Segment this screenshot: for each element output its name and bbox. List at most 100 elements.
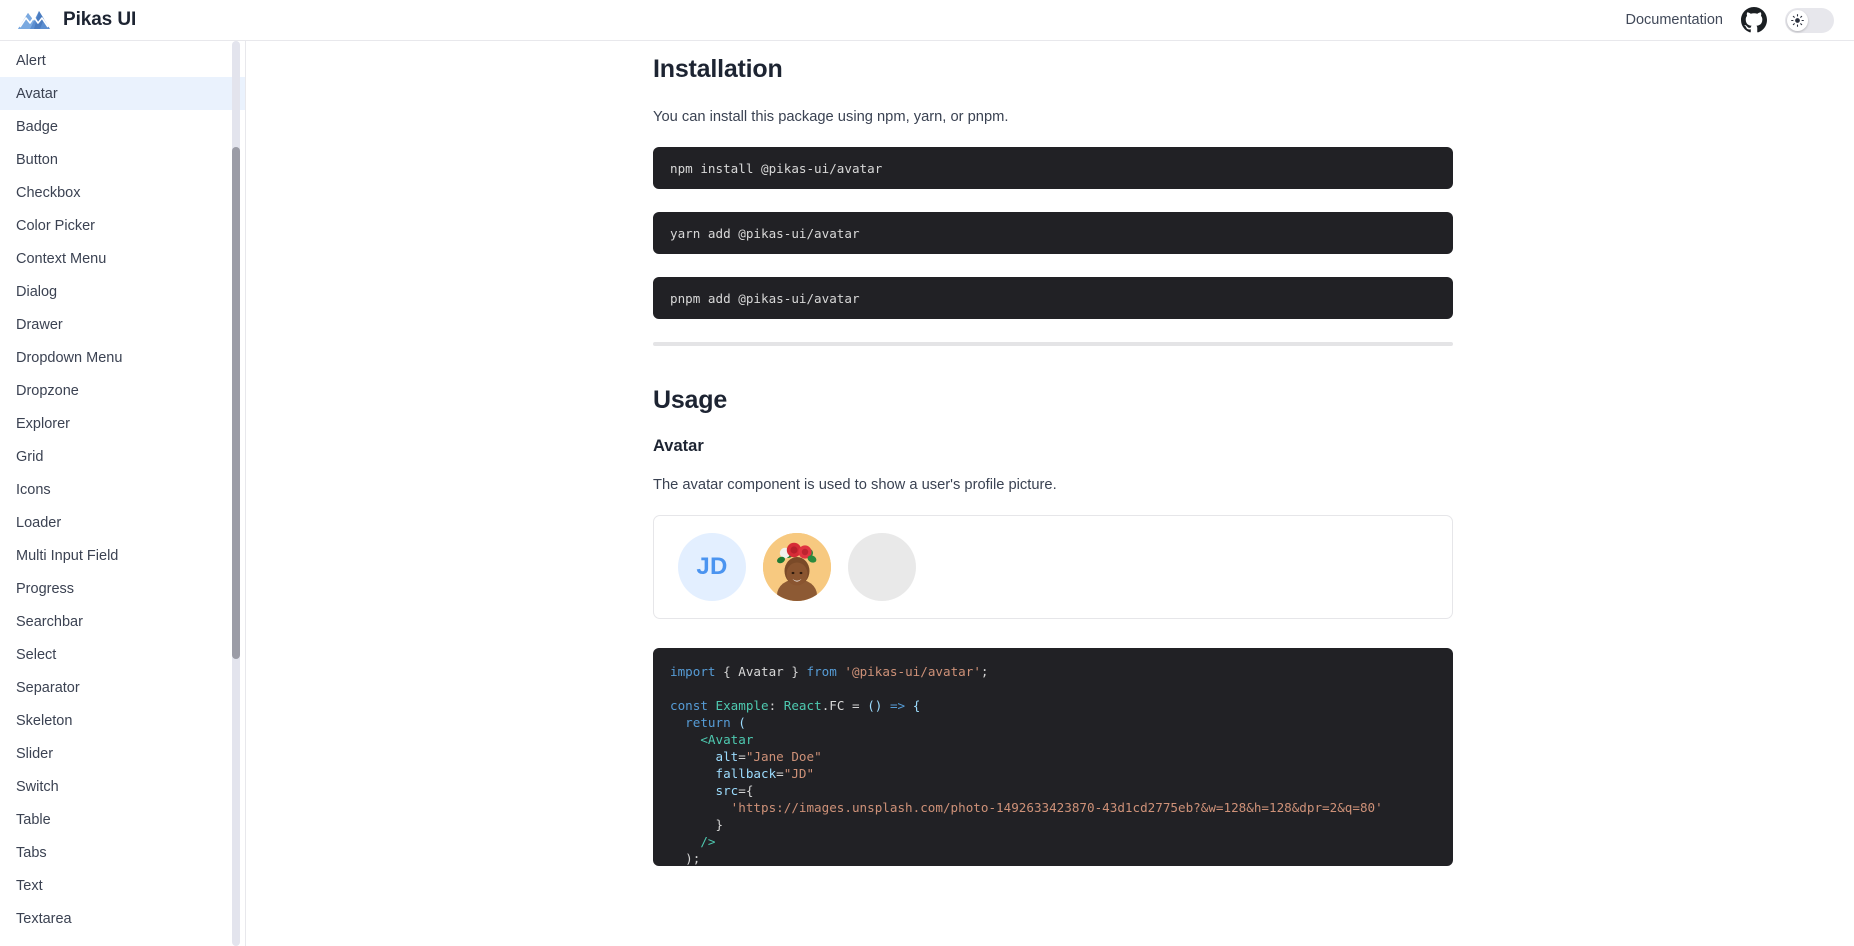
sidebar-item-checkbox[interactable]: Checkbox <box>0 176 245 209</box>
header-actions: Documentation <box>1625 7 1854 33</box>
sidebar-item-icons[interactable]: Icons <box>0 473 245 506</box>
sidebar-item-label: Dropzone <box>16 382 79 399</box>
avatar-photo[interactable] <box>763 533 831 602</box>
sidebar-item-label: Color Picker <box>16 217 95 234</box>
code-parens: () <box>867 698 883 714</box>
documentation-link[interactable]: Documentation <box>1625 12 1723 28</box>
sidebar-item-label: Badge <box>16 118 58 135</box>
sidebar-item-label: Dialog <box>16 283 58 300</box>
sidebar-item-dropzone[interactable]: Dropzone <box>0 374 245 407</box>
sidebar-item-label: Context Menu <box>16 250 107 267</box>
code-kw-from: from <box>806 664 837 680</box>
sidebar-item-label: Searchbar <box>16 613 83 630</box>
sidebar-item-table[interactable]: Table <box>0 803 245 836</box>
sidebar-item-label: Switch <box>16 778 59 795</box>
sidebar-item-skeleton[interactable]: Skeleton <box>0 704 245 737</box>
sidebar-item-label: Loader <box>16 514 62 531</box>
usage-description: The avatar component is used to show a u… <box>653 477 1057 494</box>
code-jsx-tag: <Avatar <box>670 732 754 748</box>
installation-heading: Installation <box>653 55 783 83</box>
section-separator <box>653 342 1453 347</box>
sidebar-scrollbar-thumb[interactable] <box>232 147 240 659</box>
sidebar-item-textarea[interactable]: Textarea <box>0 902 245 935</box>
code-attr-src: src <box>670 783 739 799</box>
theme-toggle-thumb <box>1787 9 1808 31</box>
code-attr-fallback-value: "JD" <box>783 766 815 782</box>
app-header: Pikas UI Documentation <box>0 0 1854 41</box>
code-return-paren: ( <box>730 715 746 731</box>
sidebar-item-progress[interactable]: Progress <box>0 572 245 605</box>
sidebar-item-badge[interactable]: Badge <box>0 110 245 143</box>
github-link[interactable] <box>1741 7 1767 33</box>
sidebar-item-color-picker[interactable]: Color Picker <box>0 209 245 242</box>
usage-example-codeblock[interactable]: import { Avatar } from '@pikas-ui/avatar… <box>653 648 1453 867</box>
code-semicolon: ; <box>980 664 989 680</box>
code-attr-src-eq: ={ <box>738 783 754 799</box>
code-module-path: '@pikas-ui/avatar' <box>836 664 981 680</box>
code-brace-open: { <box>715 664 739 680</box>
sidebar-item-dropdown-menu[interactable]: Dropdown Menu <box>0 341 245 374</box>
code-open-brace: { <box>912 698 921 714</box>
sidebar-item-alert[interactable]: Alert <box>0 44 245 77</box>
code-jsx-selfclose: /> <box>670 834 716 850</box>
sidebar-item-button[interactable]: Button <box>0 143 245 176</box>
sidebar-item-switch[interactable]: Switch <box>0 770 245 803</box>
code-attr-alt: alt <box>670 749 739 765</box>
sidebar-item-list: Alert Avatar Badge Button Checkbox Color Pick… <box>0 41 245 935</box>
code-type-fc: .FC <box>821 698 845 714</box>
usage-heading: Usage <box>653 386 728 415</box>
code-kw-const: const <box>670 698 708 714</box>
pikas-mountain-logo-icon <box>16 5 52 35</box>
code-src-close-brace: } <box>670 817 724 833</box>
usage-subheading: Avatar <box>653 437 704 456</box>
code-attr-fallback: fallback <box>670 766 777 782</box>
sidebar-item-tabs[interactable]: Tabs <box>0 836 245 869</box>
sidebar-item-searchbar[interactable]: Searchbar <box>0 605 245 638</box>
sidebar-item-label: Progress <box>16 580 75 597</box>
npm-install-codeblock[interactable]: npm install @pikas-ui/avatar <box>653 147 1453 190</box>
sidebar-item-label: Separator <box>16 679 80 696</box>
sidebar-item-dialog[interactable]: Dialog <box>0 275 245 308</box>
sidebar-item-separator[interactable]: Separator <box>0 671 245 704</box>
installation-description: You can install this package using npm, … <box>653 109 1009 125</box>
sidebar-item-context-menu[interactable]: Context Menu <box>0 242 245 275</box>
code-kw-import: import <box>670 664 716 680</box>
theme-toggle-switch[interactable] <box>1785 7 1834 33</box>
sidebar-item-select[interactable]: Select <box>0 638 245 671</box>
code-brace-close: } <box>783 664 807 680</box>
sidebar-item-label: Icons <box>16 481 51 498</box>
avatar-initials[interactable]: JD <box>678 533 746 602</box>
sidebar-item-label: Textarea <box>16 910 72 927</box>
avatar-empty-placeholder[interactable] <box>848 533 916 602</box>
brand-home-link[interactable]: Pikas UI <box>0 5 136 35</box>
avatar-initials-text: JD <box>696 553 728 581</box>
avatar-photo-illustration <box>763 533 831 602</box>
main-content: Installation You can install this packag… <box>246 41 1854 946</box>
pnpm-install-codeblock[interactable]: pnpm add @pikas-ui/avatar <box>653 277 1453 320</box>
sidebar-item-label: Text <box>16 877 43 894</box>
sidebar-nav: Alert Avatar Badge Button Checkbox Color Pick… <box>0 41 246 946</box>
doc-article: Installation You can install this packag… <box>653 41 1453 867</box>
sidebar-item-grid[interactable]: Grid <box>0 440 245 473</box>
code-attr-fallback-eq: = <box>776 766 784 782</box>
sidebar-item-label: Tabs <box>16 844 47 861</box>
sidebar-item-loader[interactable]: Loader <box>0 506 245 539</box>
sidebar-item-label: Checkbox <box>16 184 81 201</box>
sidebar-item-label: Skeleton <box>16 712 73 729</box>
sidebar-item-label: Dropdown Menu <box>16 349 123 366</box>
sidebar-item-label: Multi Input Field <box>16 547 119 564</box>
usage-example-code: import { Avatar } from '@pikas-ui/avatar… <box>670 663 1436 866</box>
pnpm-install-command: pnpm add @pikas-ui/avatar <box>670 291 860 307</box>
sidebar-item-label: Grid <box>16 448 44 465</box>
avatar-demo-box: JD <box>653 515 1453 620</box>
sidebar-item-drawer[interactable]: Drawer <box>0 308 245 341</box>
sidebar-item-text[interactable]: Text <box>0 869 245 902</box>
brand-title: Pikas UI <box>63 9 137 30</box>
yarn-install-codeblock[interactable]: yarn add @pikas-ui/avatar <box>653 212 1453 255</box>
sidebar-item-avatar[interactable]: Avatar <box>0 77 245 110</box>
sidebar-item-multi-input-field[interactable]: Multi Input Field <box>0 539 245 572</box>
npm-install-command: npm install @pikas-ui/avatar <box>670 161 883 177</box>
sidebar-item-slider[interactable]: Slider <box>0 737 245 770</box>
sidebar-item-explorer[interactable]: Explorer <box>0 407 245 440</box>
sidebar-item-label: Button <box>16 151 58 168</box>
